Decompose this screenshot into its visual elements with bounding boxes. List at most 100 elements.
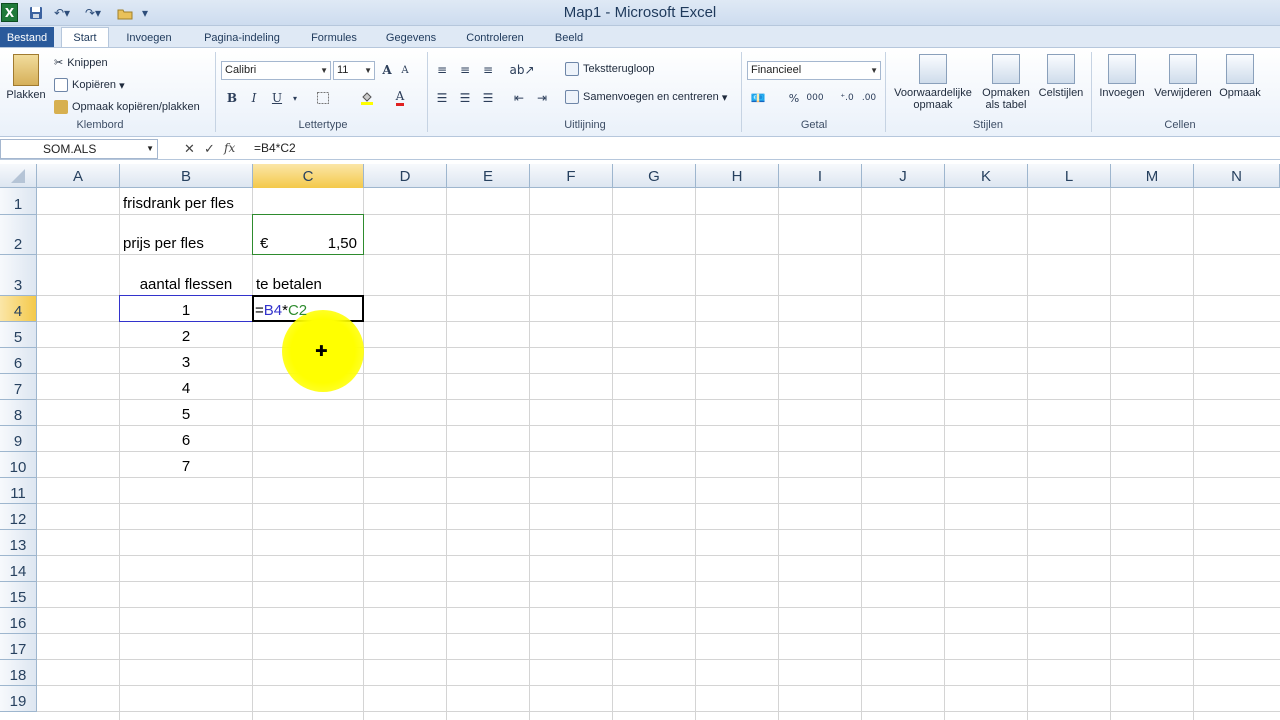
column-header[interactable]: I xyxy=(779,164,862,188)
column-header[interactable]: F xyxy=(530,164,613,188)
cut-button[interactable]: ✂ Knippen xyxy=(54,56,108,70)
column-header[interactable]: A xyxy=(37,164,120,188)
row-header[interactable]: 16 xyxy=(0,608,37,634)
row-header[interactable]: 9 xyxy=(0,426,37,452)
cell-b4[interactable]: 1 xyxy=(120,295,252,321)
row-header[interactable]: 3 xyxy=(0,255,37,296)
paste-button[interactable]: Plakken xyxy=(4,54,48,101)
formula-input[interactable]: =B4*C2 xyxy=(254,141,296,155)
column-header[interactable]: C xyxy=(253,164,364,188)
tab-review[interactable]: Controleren xyxy=(456,28,534,48)
shrink-font-button[interactable]: A xyxy=(396,61,414,79)
grow-font-button[interactable]: A xyxy=(378,61,396,79)
row-header[interactable]: 1 xyxy=(0,188,37,215)
worksheet-grid[interactable]: 1 2 3 4 5 6 7 8 9 10 11 12 13 14 15 16 1… xyxy=(0,188,1280,720)
insert-function-icon[interactable]: fx xyxy=(224,141,235,155)
merge-center-button[interactable]: Samenvoegen en centreren ▾ xyxy=(565,90,727,104)
align-center-icon[interactable]: ☰ xyxy=(456,89,474,107)
cell-b6[interactable]: 3 xyxy=(120,347,252,373)
select-all-button[interactable] xyxy=(0,164,37,188)
cell-c3[interactable]: te betalen xyxy=(256,254,322,295)
insert-cells-button[interactable]: Invoegen xyxy=(1095,54,1149,99)
cell-b10[interactable]: 7 xyxy=(120,451,252,477)
copy-button[interactable]: Kopiëren ▾ xyxy=(54,78,125,92)
row-header[interactable]: 18 xyxy=(0,660,37,686)
tab-file[interactable]: Bestand xyxy=(0,27,54,48)
font-size-select[interactable]: 11 ▼ xyxy=(333,61,375,80)
cancel-icon[interactable]: ✕ xyxy=(184,142,195,157)
column-header[interactable]: L xyxy=(1028,164,1111,188)
column-header[interactable]: H xyxy=(696,164,779,188)
name-box[interactable]: SOM.ALS ▼ xyxy=(0,139,158,159)
row-header[interactable]: 6 xyxy=(0,348,37,374)
italic-button[interactable]: I xyxy=(245,89,263,107)
row-header[interactable]: 13 xyxy=(0,530,37,556)
format-as-table-button[interactable]: Opmaken als tabel xyxy=(978,54,1034,111)
percent-icon[interactable]: % xyxy=(785,89,803,107)
cell-b3[interactable]: aantal flessen xyxy=(120,254,252,295)
underline-dropdown[interactable]: ▾ xyxy=(286,89,304,107)
column-header[interactable]: N xyxy=(1194,164,1280,188)
column-header[interactable]: B xyxy=(120,164,253,188)
conditional-formatting-button[interactable]: Voorwaardelijke opmaak xyxy=(888,54,978,111)
cell-b2[interactable]: prijs per fles xyxy=(123,214,204,254)
decrease-decimal-icon[interactable]: .00 xyxy=(860,89,878,107)
increase-decimal-icon[interactable]: ⁺.0 xyxy=(838,89,856,107)
cell-c4-formula[interactable]: = B4 * C2 xyxy=(255,295,307,321)
cell-b5[interactable]: 2 xyxy=(120,321,252,347)
bold-button[interactable]: B xyxy=(223,89,241,107)
column-header[interactable]: G xyxy=(613,164,696,188)
row-header[interactable]: 17 xyxy=(0,634,37,660)
number-format-select[interactable]: Financieel ▼ xyxy=(747,61,881,80)
row-header[interactable]: 14 xyxy=(0,556,37,582)
tab-home[interactable]: Start xyxy=(61,27,109,48)
borders-button[interactable] xyxy=(314,89,332,107)
align-middle-icon[interactable]: ≡ xyxy=(456,61,474,79)
column-header[interactable]: M xyxy=(1111,164,1194,188)
row-header[interactable]: 8 xyxy=(0,400,37,426)
format-cells-button[interactable]: Opmaak xyxy=(1217,54,1263,99)
cell-b8[interactable]: 5 xyxy=(120,399,252,425)
row-header[interactable]: 11 xyxy=(0,478,37,504)
row-header[interactable]: 2 xyxy=(0,215,37,255)
cell-c2[interactable]: 1,50 xyxy=(300,214,357,254)
row-header[interactable]: 5 xyxy=(0,322,37,348)
font-color-button[interactable]: A xyxy=(391,89,409,107)
tab-page-layout[interactable]: Pagina-indeling xyxy=(192,28,292,48)
wrap-text-button[interactable]: Tekstterugloop xyxy=(565,62,655,76)
tab-insert[interactable]: Invoegen xyxy=(116,28,182,48)
underline-button[interactable]: U xyxy=(268,89,286,107)
tab-formulas[interactable]: Formules xyxy=(302,28,366,48)
align-top-icon[interactable]: ≡ xyxy=(433,61,451,79)
align-bottom-icon[interactable]: ≡ xyxy=(479,61,497,79)
column-header[interactable]: J xyxy=(862,164,945,188)
cell-styles-button[interactable]: Celstijlen xyxy=(1036,54,1086,99)
increase-indent-icon[interactable]: ⇥ xyxy=(533,89,551,107)
row-header[interactable]: 4 xyxy=(0,296,37,322)
column-header[interactable]: E xyxy=(447,164,530,188)
cell-b9[interactable]: 6 xyxy=(120,425,252,451)
row-header[interactable]: 10 xyxy=(0,452,37,478)
row-header[interactable]: 15 xyxy=(0,582,37,608)
align-right-icon[interactable]: ☰ xyxy=(479,89,497,107)
enter-icon[interactable]: ✓ xyxy=(204,142,215,157)
tab-view[interactable]: Beeld xyxy=(544,28,594,48)
decrease-indent-icon[interactable]: ⇤ xyxy=(510,89,528,107)
cell-b1[interactable]: frisdrank per fles xyxy=(123,188,234,214)
font-name-select[interactable]: Calibri ▼ xyxy=(221,61,331,80)
orientation-icon[interactable]: ab↗ xyxy=(509,61,534,79)
format-painter-button[interactable]: Opmaak kopiëren/plakken xyxy=(54,100,200,114)
row-header[interactable]: 19 xyxy=(0,686,37,712)
row-header[interactable]: 7 xyxy=(0,374,37,400)
delete-cells-button[interactable]: Verwijderen xyxy=(1149,54,1217,99)
tab-data[interactable]: Gegevens xyxy=(376,28,446,48)
cell-b7[interactable]: 4 xyxy=(120,373,252,399)
merge-cells-icon xyxy=(565,90,579,104)
column-header[interactable]: K xyxy=(945,164,1028,188)
accounting-format-icon[interactable]: 💶 xyxy=(749,89,767,107)
column-header[interactable]: D xyxy=(364,164,447,188)
thousands-separator-icon[interactable]: 000 xyxy=(806,89,824,107)
fill-color-button[interactable] xyxy=(358,89,376,107)
row-header[interactable]: 12 xyxy=(0,504,37,530)
align-left-icon[interactable]: ☰ xyxy=(433,89,451,107)
